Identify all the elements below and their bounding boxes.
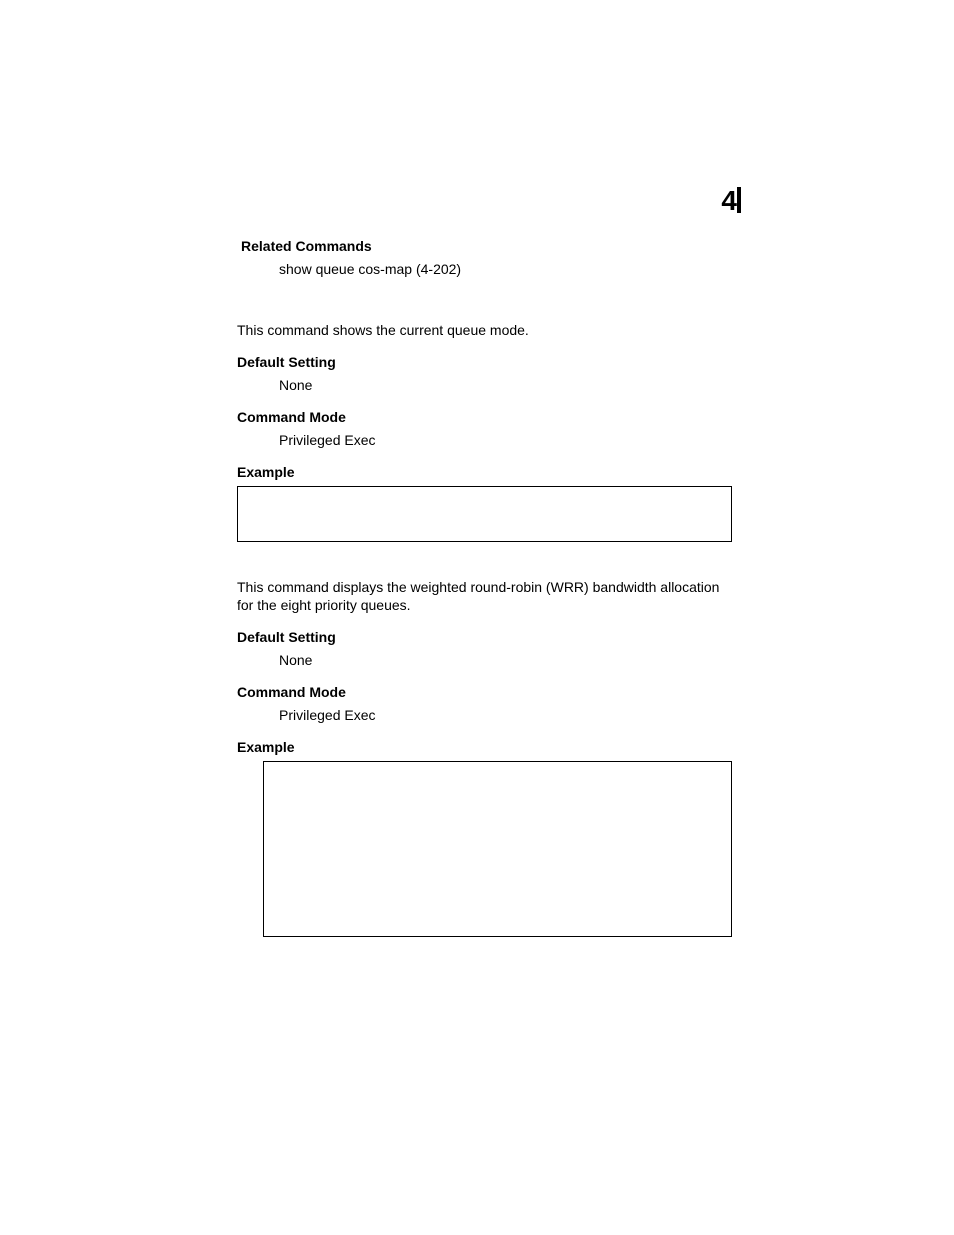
default-setting-value-2: None <box>279 651 732 670</box>
default-setting-heading-2: Default Setting <box>237 629 732 645</box>
example-box-1 <box>237 486 732 542</box>
related-commands-text: show queue cos-map (4-202) <box>279 260 732 279</box>
page-content: Related Commands show queue cos-map (4-2… <box>237 238 732 937</box>
example-heading-2: Example <box>237 739 732 755</box>
example-box-2 <box>263 761 732 937</box>
command-mode-heading-2: Command Mode <box>237 684 732 700</box>
command-description-2: This command displays the weighted round… <box>237 578 732 616</box>
related-commands-heading: Related Commands <box>241 238 732 254</box>
command-mode-value-1: Privileged Exec <box>279 431 732 450</box>
command-mode-value-2: Privileged Exec <box>279 706 732 725</box>
default-setting-heading-1: Default Setting <box>237 354 732 370</box>
example-heading-1: Example <box>237 464 732 480</box>
page-number-badge: 4 <box>721 185 741 217</box>
default-setting-value-1: None <box>279 376 732 395</box>
command-mode-heading-1: Command Mode <box>237 409 732 425</box>
command-description-1: This command shows the current queue mod… <box>237 321 732 340</box>
